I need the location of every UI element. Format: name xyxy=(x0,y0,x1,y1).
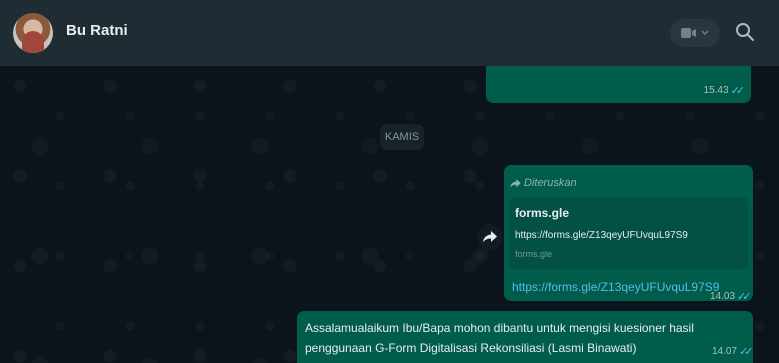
forwarded-label: Diteruskan xyxy=(510,177,577,189)
forwarded-label-text: Diteruskan xyxy=(524,177,577,189)
message-list[interactable]: 15.43 ✓✓ KAMIS Diteruskan forms.gle http… xyxy=(0,66,779,363)
forward-button[interactable] xyxy=(477,224,503,250)
contact-avatar[interactable] xyxy=(13,13,53,53)
link-preview-card[interactable]: forms.gle https://forms.gle/Z13qeyUFUvqu… xyxy=(509,197,748,269)
message-link[interactable]: https://forms.gle/Z13qeyUFUvquL97S9 xyxy=(512,280,719,294)
message-time-text: 14.03 xyxy=(710,291,736,302)
message-time: 15.43 ✓✓ xyxy=(703,84,746,97)
read-ticks-icon: ✓✓ xyxy=(737,291,752,303)
search-button[interactable] xyxy=(733,20,757,44)
read-ticks-icon: ✓✓ xyxy=(730,85,746,97)
video-call-button[interactable] xyxy=(670,19,720,47)
message-time-text: 14.07 xyxy=(712,346,738,357)
date-divider: KAMIS xyxy=(380,124,424,150)
link-preview-domain: forms.gle xyxy=(515,249,553,259)
chevron-down-icon xyxy=(701,30,709,35)
link-preview-url: https://forms.gle/Z13qeyUFUvquL97S9 xyxy=(515,230,688,241)
search-icon xyxy=(736,23,754,41)
message-time: 14.07 ✓✓ xyxy=(712,345,754,358)
link-preview-title: forms.gle xyxy=(515,206,570,220)
video-camera-icon xyxy=(681,28,696,38)
chat-header: Bu Ratni xyxy=(0,0,779,66)
message-text: Assalamualaikum Ibu/Bapa mohon dibantu u… xyxy=(305,321,694,355)
message-time-text: 15.43 xyxy=(703,85,729,96)
share-arrow-icon xyxy=(483,231,497,243)
contact-name[interactable]: Bu Ratni xyxy=(66,22,128,39)
forwarded-arrow-icon xyxy=(510,178,521,188)
message-bubble-previous[interactable]: 15.43 ✓✓ xyxy=(486,66,751,103)
message-time: 14.03 ✓✓ xyxy=(710,290,752,303)
read-ticks-icon: ✓✓ xyxy=(739,346,754,358)
